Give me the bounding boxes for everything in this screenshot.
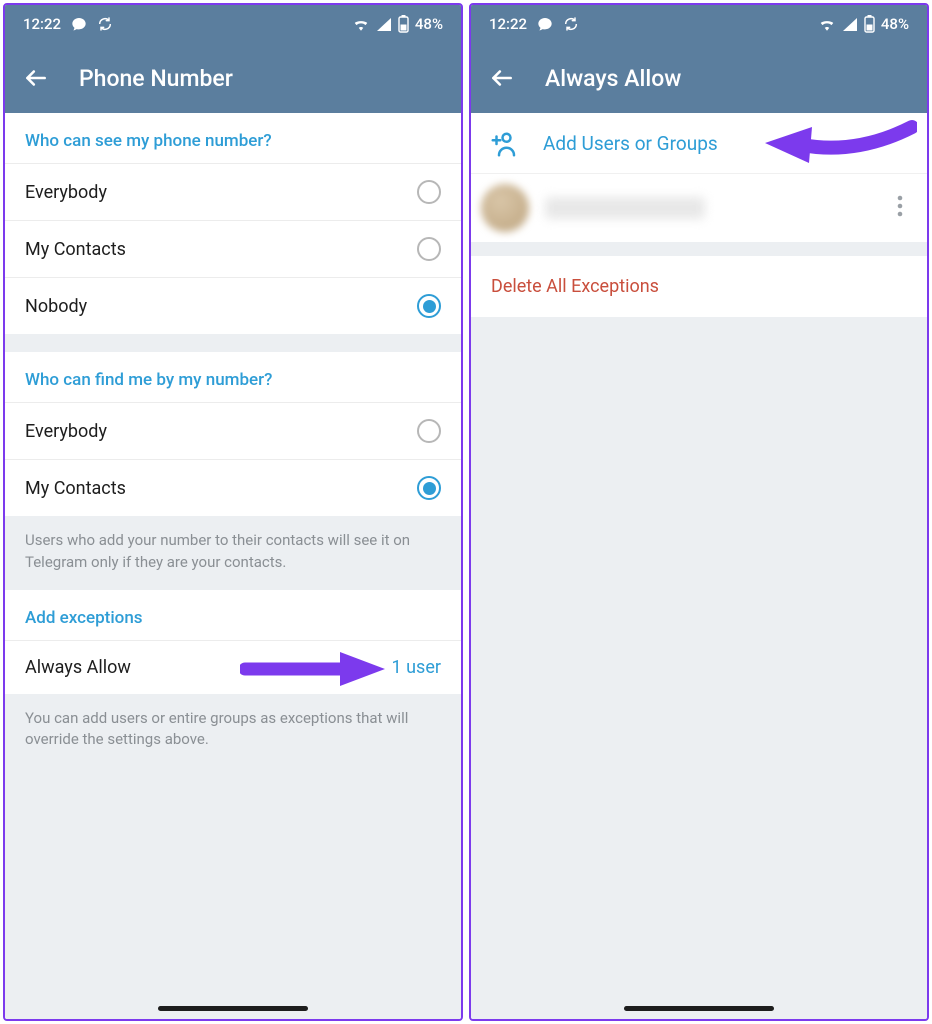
section-visibility: Who can see my phone number? Everybody M… (5, 113, 461, 334)
phone-screen-right: 12:22 48% Always Allow (469, 3, 929, 1021)
option-label: Nobody (25, 296, 417, 317)
section-find-me: Who can find me by my number? Everybody … (5, 352, 461, 516)
signal-icon (842, 17, 858, 31)
wifi-icon (352, 17, 370, 31)
footer-note-find: Users who add your number to their conta… (5, 516, 461, 590)
radio-unchecked-icon (417, 419, 441, 443)
battery-icon (864, 15, 875, 33)
home-indicator[interactable] (158, 1006, 308, 1011)
signal-icon (376, 17, 392, 31)
phone-screen-left: 12:22 48% Phone Number Wh (3, 3, 463, 1021)
battery-icon (398, 15, 409, 33)
add-user-icon (489, 129, 517, 157)
app-bar: Always Allow (471, 43, 927, 113)
option-my-contacts-find[interactable]: My Contacts (5, 459, 461, 516)
empty-area (5, 767, 461, 1019)
sync-icon (563, 16, 579, 32)
section-divider (5, 334, 461, 352)
battery-percent: 48% (415, 15, 443, 33)
section-exceptions: Add exceptions Always Allow 1 user (5, 590, 461, 694)
user-list-item[interactable] (471, 173, 927, 242)
page-title: Phone Number (79, 65, 233, 92)
option-label: My Contacts (25, 239, 417, 260)
wifi-icon (818, 17, 836, 31)
more-vertical-icon[interactable] (889, 187, 911, 229)
row-always-allow[interactable]: Always Allow 1 user (5, 640, 461, 694)
option-everybody[interactable]: Everybody (5, 163, 461, 220)
footer-note-exceptions: You can add users or entire groups as ex… (5, 694, 461, 768)
row-label: Always Allow (25, 657, 392, 678)
home-indicator[interactable] (624, 1006, 774, 1011)
option-nobody[interactable]: Nobody (5, 277, 461, 334)
row-value: 1 user (392, 657, 441, 678)
status-time: 12:22 (23, 15, 61, 33)
radio-unchecked-icon (417, 237, 441, 261)
status-time: 12:22 (489, 15, 527, 33)
radio-checked-icon (417, 294, 441, 318)
page-title: Always Allow (545, 65, 681, 92)
option-label: Everybody (25, 421, 417, 442)
section-header-visibility: Who can see my phone number? (5, 113, 461, 163)
empty-area (471, 317, 927, 1019)
chat-bubble-icon (537, 16, 553, 32)
back-arrow-icon[interactable] (23, 65, 49, 91)
delete-all-exceptions[interactable]: Delete All Exceptions (471, 256, 927, 317)
add-users-label: Add Users or Groups (543, 132, 718, 155)
battery-percent: 48% (881, 15, 909, 33)
avatar (481, 184, 529, 232)
status-bar: 12:22 48% (5, 5, 461, 43)
section-header-exceptions: Add exceptions (5, 590, 461, 640)
radio-checked-icon (417, 476, 441, 500)
radio-unchecked-icon (417, 180, 441, 204)
chat-bubble-icon (71, 16, 87, 32)
app-bar: Phone Number (5, 43, 461, 113)
option-everybody-find[interactable]: Everybody (5, 402, 461, 459)
user-name-redacted (545, 197, 705, 219)
section-header-find-me: Who can find me by my number? (5, 352, 461, 402)
option-label: My Contacts (25, 478, 417, 499)
option-my-contacts[interactable]: My Contacts (5, 220, 461, 277)
add-users-row[interactable]: Add Users or Groups (471, 113, 927, 173)
status-bar: 12:22 48% (471, 5, 927, 43)
option-label: Everybody (25, 182, 417, 203)
back-arrow-icon[interactable] (489, 65, 515, 91)
delete-label: Delete All Exceptions (491, 276, 659, 297)
sync-icon (97, 16, 113, 32)
